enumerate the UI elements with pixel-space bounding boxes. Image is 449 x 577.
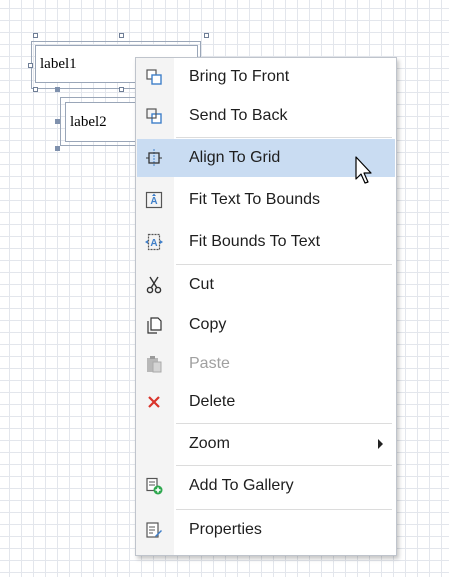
menu-item-label: Properties bbox=[189, 521, 262, 538]
fit-text-to-bounds-icon: A bbox=[145, 191, 163, 209]
svg-text:A: A bbox=[150, 196, 157, 207]
resize-handle[interactable] bbox=[33, 33, 38, 38]
menu-item-label: Align To Grid bbox=[189, 149, 281, 166]
resize-handle[interactable] bbox=[119, 87, 124, 92]
menu-separator bbox=[176, 509, 392, 510]
menu-item-label: Cut bbox=[189, 276, 214, 293]
menu-item-paste[interactable]: Paste bbox=[137, 345, 395, 383]
add-to-gallery-icon bbox=[146, 477, 163, 495]
menu-separator bbox=[176, 465, 392, 466]
menu-item-label: Copy bbox=[189, 316, 227, 333]
bring-to-front-icon bbox=[146, 69, 162, 85]
menu-item-properties[interactable]: Properties bbox=[137, 511, 395, 549]
resize-handle[interactable] bbox=[204, 33, 209, 38]
label2[interactable]: label2 bbox=[65, 102, 137, 142]
resize-handle[interactable] bbox=[55, 87, 60, 92]
menu-item-label: Add To Gallery bbox=[189, 477, 294, 494]
resize-handle[interactable] bbox=[28, 63, 33, 68]
fit-bounds-to-text-icon: A bbox=[145, 233, 163, 251]
align-to-grid-icon bbox=[146, 149, 162, 167]
resize-handle[interactable] bbox=[55, 146, 60, 151]
menu-item-add-to-gallery[interactable]: Add To Gallery bbox=[137, 467, 395, 505]
menu-item-label: Bring To Front bbox=[189, 68, 290, 85]
menu-item-bring-to-front[interactable]: Bring To Front bbox=[137, 58, 395, 96]
menu-item-label: Fit Text To Bounds bbox=[189, 191, 321, 208]
label2-text: label2 bbox=[70, 114, 107, 130]
resize-handle[interactable] bbox=[119, 33, 124, 38]
properties-icon bbox=[146, 522, 162, 538]
menu-item-send-to-back[interactable]: Send To Back bbox=[137, 97, 395, 135]
menu-item-cut[interactable]: Cut bbox=[137, 266, 395, 304]
menu-separator bbox=[176, 264, 392, 265]
menu-item-zoom[interactable]: Zoom bbox=[137, 425, 395, 463]
menu-item-delete[interactable]: Delete bbox=[137, 383, 395, 421]
svg-text:A: A bbox=[150, 238, 157, 249]
scissors-icon bbox=[146, 276, 162, 294]
resize-handle[interactable] bbox=[33, 87, 38, 92]
menu-separator bbox=[176, 423, 392, 424]
mouse-pointer-icon bbox=[355, 156, 372, 184]
menu-item-fit-bounds-to-text[interactable]: A Fit Bounds To Text bbox=[137, 223, 395, 261]
context-menu: Bring To Front Send To Back Align To Gri… bbox=[135, 57, 397, 556]
menu-separator bbox=[176, 137, 392, 138]
resize-handle[interactable] bbox=[55, 119, 60, 124]
menu-item-label: Paste bbox=[189, 355, 230, 372]
menu-item-copy[interactable]: Copy bbox=[137, 306, 395, 344]
copy-icon bbox=[147, 317, 162, 334]
delete-x-icon bbox=[148, 396, 160, 408]
menu-item-label: Delete bbox=[189, 393, 236, 410]
menu-item-label: Fit Bounds To Text bbox=[189, 233, 321, 250]
label1-text: label1 bbox=[40, 56, 77, 72]
submenu-arrow-icon bbox=[378, 439, 383, 449]
menu-item-label: Zoom bbox=[189, 435, 230, 452]
menu-item-label: Send To Back bbox=[189, 107, 288, 124]
send-to-back-icon bbox=[146, 108, 162, 124]
paste-icon bbox=[147, 356, 162, 373]
